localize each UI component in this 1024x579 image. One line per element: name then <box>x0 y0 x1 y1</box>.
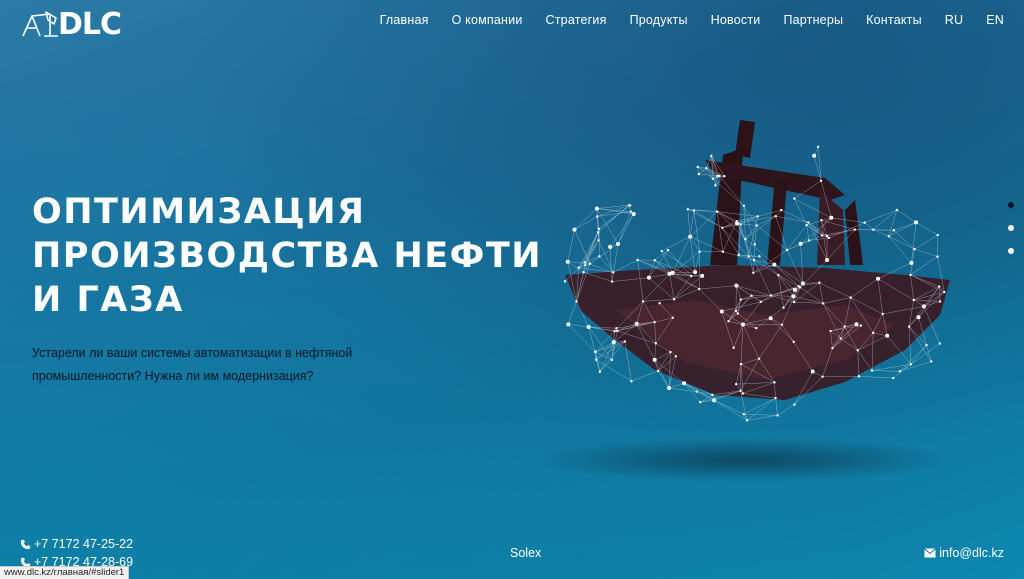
solex-link[interactable]: Solex <box>510 546 541 560</box>
email-address: info@dlc.kz <box>939 546 1004 560</box>
hero-title-line: И ГАЗА <box>32 280 184 320</box>
nav-about[interactable]: О компании <box>452 13 523 27</box>
hero-title-line: ОПТИМИЗАЦИЯ <box>32 192 366 232</box>
envelope-icon <box>924 548 937 558</box>
hero-title-line: ПРОИЗВОДСТВА НЕФТИ <box>32 236 543 276</box>
phone-icon <box>20 539 31 549</box>
nav-strategy[interactable]: Стратегия <box>546 13 607 27</box>
oil-pump-network-illustration <box>545 120 955 482</box>
main-nav: Главная О компании Стратегия Продукты Но… <box>357 13 1004 27</box>
lang-en[interactable]: EN <box>986 13 1004 27</box>
lang-ru[interactable]: RU <box>945 13 963 27</box>
nav-home[interactable]: Главная <box>380 13 429 27</box>
slider-dot-2[interactable] <box>1008 225 1014 231</box>
phone-number: +7 7172 47-25-22 <box>34 537 134 551</box>
oil-pump-logo-icon <box>22 11 58 37</box>
nav-partners[interactable]: Партнеры <box>783 13 843 27</box>
hero-title: ОПТИМИЗАЦИЯ ПРОИЗВОДСТВА НЕФТИ И ГАЗА <box>32 190 552 322</box>
logo-text: DLC <box>58 7 122 42</box>
slider-dots <box>1008 202 1014 254</box>
nav-products[interactable]: Продукты <box>630 13 688 27</box>
slider-dot-1[interactable] <box>1008 202 1014 208</box>
phone-line[interactable]: +7 7172 47-25-22 <box>20 535 133 553</box>
browser-status-url: www.dlc.kz/главная/#slider1 <box>0 566 130 579</box>
email-link[interactable]: info@dlc.kz <box>924 546 1004 560</box>
nav-news[interactable]: Новости <box>711 13 761 27</box>
site-header: DLC Главная О компании Стратегия Продукт… <box>0 0 1024 48</box>
hero-subtitle: Устарели ли ваши системы автоматизации в… <box>32 346 353 383</box>
nav-contacts[interactable]: Контакты <box>866 13 922 27</box>
logo-link[interactable]: DLC <box>20 7 122 42</box>
slider-dot-3[interactable] <box>1008 248 1014 254</box>
